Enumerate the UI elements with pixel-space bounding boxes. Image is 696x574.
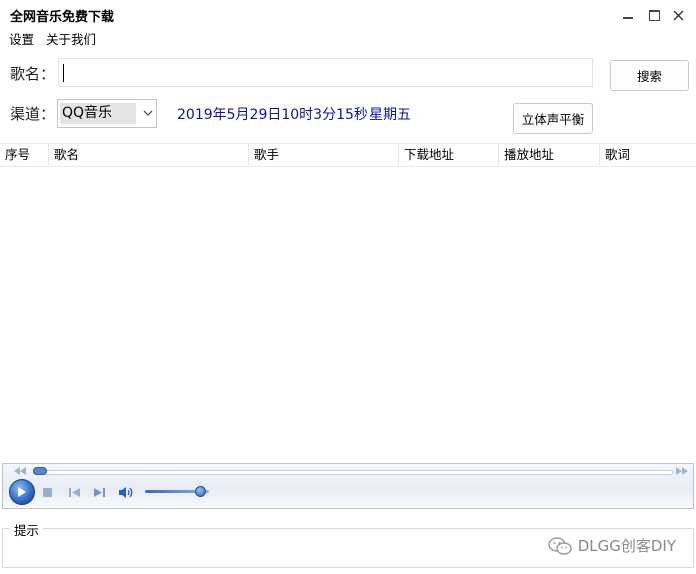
close-icon <box>673 10 683 20</box>
speaker-icon <box>119 486 133 498</box>
menu-settings[interactable]: 设置 <box>9 29 34 48</box>
seek-forward-icon <box>676 467 688 475</box>
stop-icon <box>42 487 52 497</box>
hint-label: 提示 <box>10 520 44 539</box>
column-header-lyrics[interactable]: 歌词 <box>600 144 696 166</box>
play-button[interactable] <box>9 479 35 505</box>
maximize-icon <box>648 9 660 21</box>
next-icon <box>93 487 105 497</box>
song-name-input[interactable] <box>58 58 593 87</box>
song-table-header: 序号 歌名 歌手 下载地址 播放地址 歌词 <box>0 143 696 167</box>
volume-thumb[interactable] <box>195 486 207 497</box>
column-header-play-url[interactable]: 播放地址 <box>499 144 600 166</box>
window-title: 全网音乐免费下载 <box>10 10 115 25</box>
column-header-index[interactable]: 序号 <box>0 144 49 166</box>
column-header-artist[interactable]: 歌手 <box>249 144 399 166</box>
search-button[interactable]: 搜索 <box>610 60 689 91</box>
seek-back-icon <box>14 467 26 475</box>
maximize-button[interactable] <box>643 4 665 26</box>
column-header-song[interactable]: 歌名 <box>49 144 249 166</box>
seek-bar[interactable] <box>33 470 673 475</box>
close-button[interactable] <box>667 4 689 26</box>
stereo-balance-button[interactable]: 立体声平衡 <box>513 103 593 134</box>
previous-icon <box>68 487 80 497</box>
next-button[interactable] <box>91 485 107 499</box>
minimize-icon <box>623 17 633 19</box>
text-caret <box>63 64 64 82</box>
stop-button[interactable] <box>39 485 55 499</box>
watermark-text: DLGG创客DIY <box>577 537 676 555</box>
seek-thumb[interactable] <box>33 467 47 475</box>
menu-about[interactable]: 关于我们 <box>46 29 96 48</box>
previous-button[interactable] <box>66 485 82 499</box>
column-header-download-url[interactable]: 下载地址 <box>399 144 499 166</box>
wechat-icon <box>548 536 572 555</box>
weekday-text: 星期五 <box>369 107 411 123</box>
play-icon <box>18 487 26 497</box>
datetime-text: 2019年5月29日10时3分15秒 <box>177 107 368 123</box>
channel-label: 渠道： <box>10 105 56 123</box>
song-table-body[interactable] <box>0 167 696 461</box>
chevron-down-icon <box>143 110 153 116</box>
watermark: DLGG创客DIY <box>548 535 676 556</box>
media-player <box>2 463 694 509</box>
minimize-button[interactable] <box>617 4 639 26</box>
song-name-label: 歌名： <box>10 65 56 83</box>
mute-button[interactable] <box>118 485 134 499</box>
channel-select[interactable]: QQ音乐 <box>57 99 157 128</box>
channel-selected-value: QQ音乐 <box>60 103 136 124</box>
